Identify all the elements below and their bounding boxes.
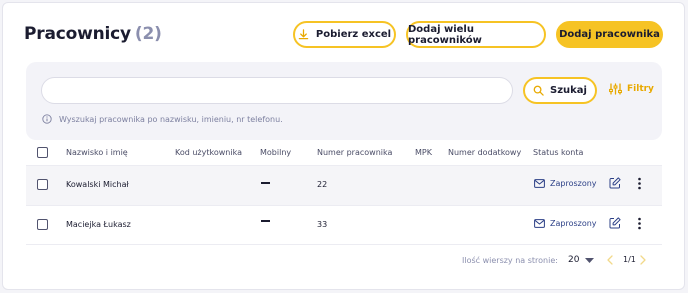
column-header-extra-number[interactable]: Numer dodatkowy bbox=[448, 148, 521, 157]
more-vertical-icon[interactable] bbox=[637, 177, 642, 190]
account-status-label: Zaproszony bbox=[550, 219, 597, 228]
page-title-text: Pracownicy bbox=[24, 24, 131, 44]
info-icon bbox=[42, 114, 52, 124]
mail-icon bbox=[534, 179, 545, 188]
search-hint-text: Wyszukaj pracownika po nazwisku, imieniu… bbox=[59, 114, 283, 124]
mobile-empty-dash bbox=[261, 182, 270, 184]
search-hint: Wyszukaj pracownika po nazwisku, imieniu… bbox=[42, 114, 283, 124]
mail-icon bbox=[534, 219, 545, 228]
filters-label: Filtry bbox=[627, 84, 654, 94]
filter-sliders-icon bbox=[609, 83, 622, 95]
chevron-left-icon[interactable] bbox=[607, 255, 613, 265]
edit-icon[interactable] bbox=[609, 217, 621, 229]
employee-number: 33 bbox=[317, 220, 328, 229]
search-icon bbox=[533, 85, 544, 96]
search-button-label: Szukaj bbox=[550, 85, 587, 96]
chevron-right-icon[interactable] bbox=[640, 255, 646, 265]
search-button[interactable]: Szukaj bbox=[523, 77, 597, 104]
employee-name: Maciejka Łukasz bbox=[66, 220, 131, 229]
add-multiple-employees-button[interactable]: Dodaj wielu pracowników bbox=[406, 21, 546, 48]
search-panel: Szukaj Filtry Wyszukaj pracownika po naz… bbox=[26, 62, 662, 140]
edit-icon[interactable] bbox=[609, 177, 621, 189]
download-excel-button[interactable]: Pobierz excel bbox=[293, 21, 396, 48]
rows-per-page-label: Ilość wierszy na stronie: bbox=[462, 256, 558, 265]
add-employee-button[interactable]: Dodaj pracownika bbox=[556, 21, 663, 48]
employee-count: (2) bbox=[134, 24, 162, 44]
search-input[interactable] bbox=[41, 77, 513, 104]
select-all-checkbox[interactable] bbox=[37, 147, 48, 158]
filters-button[interactable]: Filtry bbox=[609, 83, 654, 95]
column-header-name[interactable]: Nazwisko i imię bbox=[66, 148, 128, 157]
page-indicator: 1/1 bbox=[623, 255, 636, 264]
account-status[interactable]: Zaproszony bbox=[534, 179, 597, 188]
column-header-account-status[interactable]: Status konta bbox=[533, 148, 583, 157]
employee-number: 22 bbox=[317, 180, 328, 189]
row-checkbox[interactable] bbox=[37, 219, 48, 230]
column-header-user-code[interactable]: Kod użytkownika bbox=[175, 148, 242, 157]
column-header-employee-number[interactable]: Numer pracownika bbox=[317, 148, 392, 157]
caret-down-icon[interactable] bbox=[585, 258, 594, 263]
column-header-mpk[interactable]: MPK bbox=[415, 148, 432, 157]
more-vertical-icon[interactable] bbox=[637, 217, 642, 230]
mobile-empty-dash bbox=[261, 220, 270, 222]
row-checkbox[interactable] bbox=[37, 179, 48, 190]
page-title: Pracownicy (2) bbox=[24, 24, 162, 44]
add-employee-label: Dodaj pracownika bbox=[559, 29, 660, 40]
rows-per-page-select[interactable]: 20 bbox=[568, 255, 579, 265]
account-status[interactable]: Zaproszony bbox=[534, 219, 597, 228]
download-icon bbox=[298, 29, 309, 40]
account-status-label: Zaproszony bbox=[550, 179, 597, 188]
column-header-mobile[interactable]: Mobilny bbox=[260, 148, 291, 157]
employee-name: Kowalski Michał bbox=[66, 180, 129, 189]
download-excel-label: Pobierz excel bbox=[315, 29, 392, 40]
add-multiple-employees-label: Dodaj wielu pracowników bbox=[408, 23, 482, 46]
